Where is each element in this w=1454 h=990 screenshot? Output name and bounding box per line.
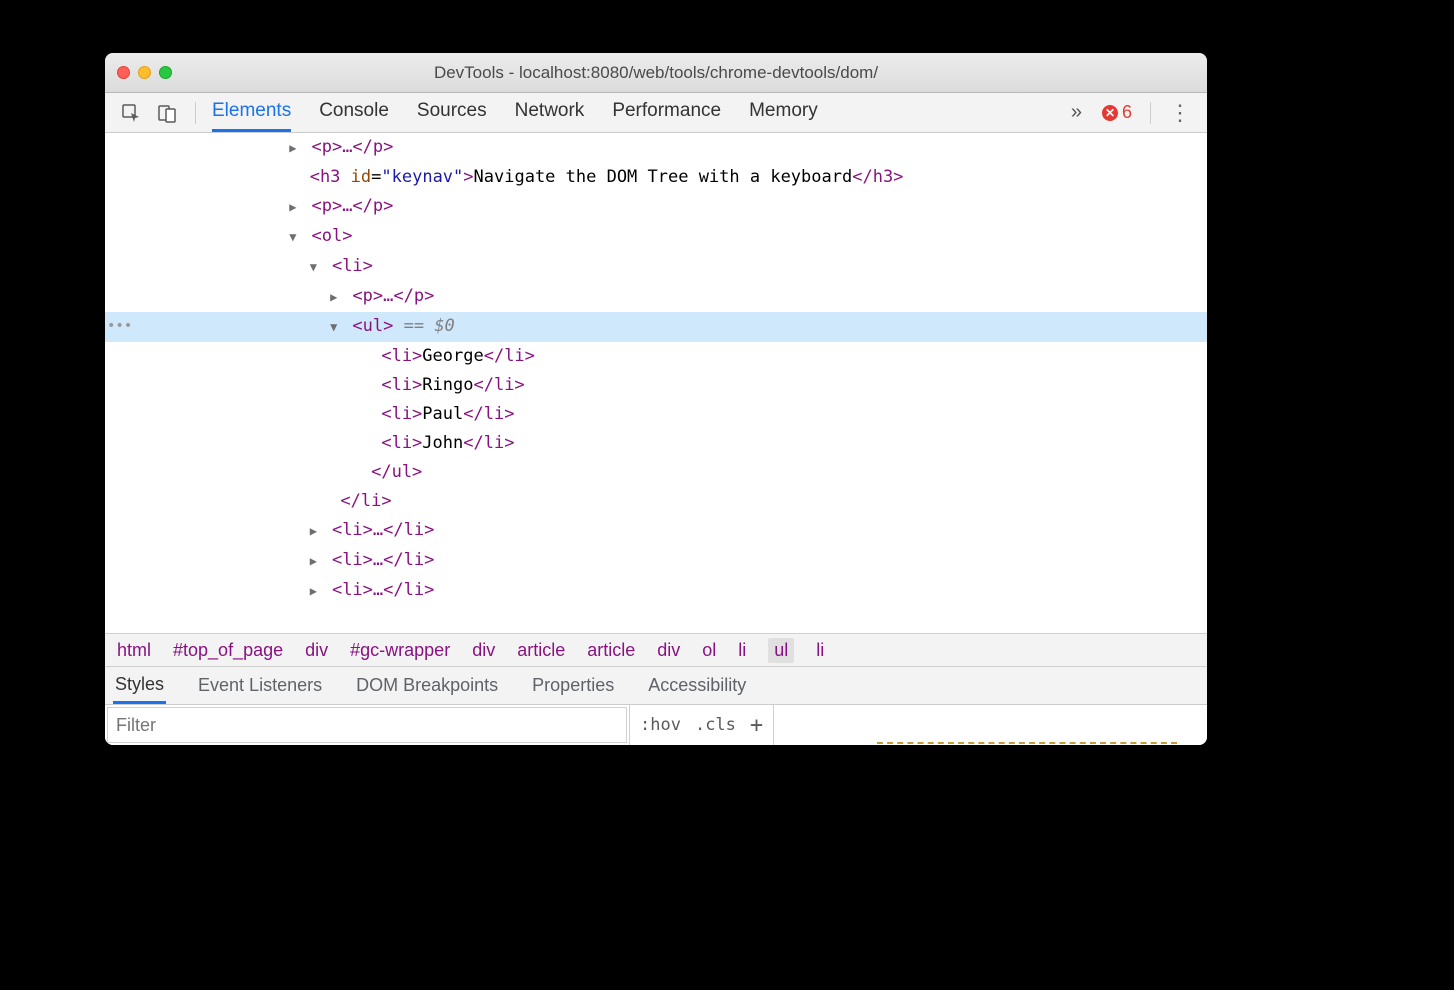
window-title: DevTools - localhost:8080/web/tools/chro… xyxy=(105,63,1207,83)
dom-breadcrumb: html #top_of_page div #gc-wrapper div ar… xyxy=(105,633,1207,667)
subtab-properties[interactable]: Properties xyxy=(530,669,616,702)
tree-row[interactable]: ▼ <ol> xyxy=(105,222,1207,252)
tree-row[interactable]: ▶ <li>…</li> xyxy=(105,516,1207,546)
titlebar: DevTools - localhost:8080/web/tools/chro… xyxy=(105,53,1207,93)
tree-row[interactable]: ▶ <p>…</p> xyxy=(105,133,1207,163)
panel-tabs: Elements Console Sources Network Perform… xyxy=(212,93,1059,132)
devtools-window: DevTools - localhost:8080/web/tools/chro… xyxy=(105,53,1207,745)
toolbar-separator xyxy=(195,102,196,124)
breadcrumb-item[interactable]: div xyxy=(305,640,328,661)
tab-sources[interactable]: Sources xyxy=(417,93,487,132)
tab-network[interactable]: Network xyxy=(515,93,585,132)
subtab-event-listeners[interactable]: Event Listeners xyxy=(196,669,324,702)
minimize-window-button[interactable] xyxy=(138,66,151,79)
inspect-element-icon[interactable] xyxy=(117,99,145,127)
styles-toolbar: :hov .cls + xyxy=(629,705,773,745)
subtab-styles[interactable]: Styles xyxy=(113,668,166,704)
maximize-window-button[interactable] xyxy=(159,66,172,79)
breadcrumb-item[interactable]: article xyxy=(587,640,635,661)
main-toolbar: Elements Console Sources Network Perform… xyxy=(105,93,1207,133)
breadcrumb-item-selected[interactable]: ul xyxy=(768,638,794,663)
breadcrumb-item[interactable]: div xyxy=(472,640,495,661)
toolbar-separator xyxy=(1150,102,1151,124)
breadcrumb-item[interactable]: #top_of_page xyxy=(173,640,283,661)
traffic-lights xyxy=(117,66,172,79)
error-count-badge[interactable]: ✕ 6 xyxy=(1102,102,1132,123)
close-window-button[interactable] xyxy=(117,66,130,79)
styles-panel: :hov .cls + xyxy=(105,705,1207,745)
tree-row[interactable]: ▶ <li>…</li> xyxy=(105,546,1207,576)
tree-row[interactable]: ▶ <p>…</p> xyxy=(105,282,1207,312)
tab-performance[interactable]: Performance xyxy=(612,93,721,132)
tree-row[interactable]: <li>John</li> xyxy=(105,429,1207,458)
tab-elements[interactable]: Elements xyxy=(212,93,291,132)
tree-row[interactable]: <li>Ringo</li> xyxy=(105,371,1207,400)
subtab-dom-breakpoints[interactable]: DOM Breakpoints xyxy=(354,669,500,702)
tree-row[interactable]: </li> xyxy=(105,487,1207,516)
more-tabs-icon[interactable]: » xyxy=(1071,101,1082,124)
box-model-margin-edge xyxy=(877,742,1177,745)
breadcrumb-item[interactable]: li xyxy=(816,640,824,661)
breadcrumb-item[interactable]: div xyxy=(657,640,680,661)
styles-metrics-pane xyxy=(773,705,1207,745)
error-icon: ✕ xyxy=(1102,105,1118,121)
styles-pane-tabs: Styles Event Listeners DOM Breakpoints P… xyxy=(105,667,1207,705)
breadcrumb-item[interactable]: #gc-wrapper xyxy=(350,640,450,661)
error-count: 6 xyxy=(1122,102,1132,123)
tree-row[interactable]: ▼ <li> xyxy=(105,252,1207,282)
breadcrumb-item[interactable]: html xyxy=(117,640,151,661)
gutter-ellipsis-icon[interactable]: ••• xyxy=(107,312,132,341)
elements-dom-tree[interactable]: ▶ <p>…</p> <h3 id="keynav">Navigate the … xyxy=(105,133,1207,633)
breadcrumb-item[interactable]: li xyxy=(738,640,746,661)
device-toolbar-icon[interactable] xyxy=(153,99,181,127)
settings-menu-icon[interactable]: ⋮ xyxy=(1169,100,1191,126)
breadcrumb-item[interactable]: ol xyxy=(702,640,716,661)
tree-row[interactable]: </ul> xyxy=(105,458,1207,487)
hov-toggle[interactable]: :hov xyxy=(640,715,681,735)
breadcrumb-item[interactable]: article xyxy=(517,640,565,661)
tree-row[interactable]: ▶ <p>…</p> xyxy=(105,192,1207,222)
tree-row[interactable]: <li>George</li> xyxy=(105,342,1207,371)
tree-row[interactable]: <h3 id="keynav">Navigate the DOM Tree wi… xyxy=(105,163,1207,192)
tree-row[interactable]: <li>Paul</li> xyxy=(105,400,1207,429)
subtab-accessibility[interactable]: Accessibility xyxy=(646,669,748,702)
tree-row-selected[interactable]: ••• ▼ <ul> == $0 xyxy=(105,312,1207,342)
tree-row[interactable]: ▶ <li>…</li> xyxy=(105,576,1207,606)
tab-console[interactable]: Console xyxy=(319,93,389,132)
styles-filter-input[interactable] xyxy=(107,707,627,743)
new-style-rule-icon[interactable]: + xyxy=(750,713,763,738)
cls-toggle[interactable]: .cls xyxy=(695,715,736,735)
tab-memory[interactable]: Memory xyxy=(749,93,818,132)
